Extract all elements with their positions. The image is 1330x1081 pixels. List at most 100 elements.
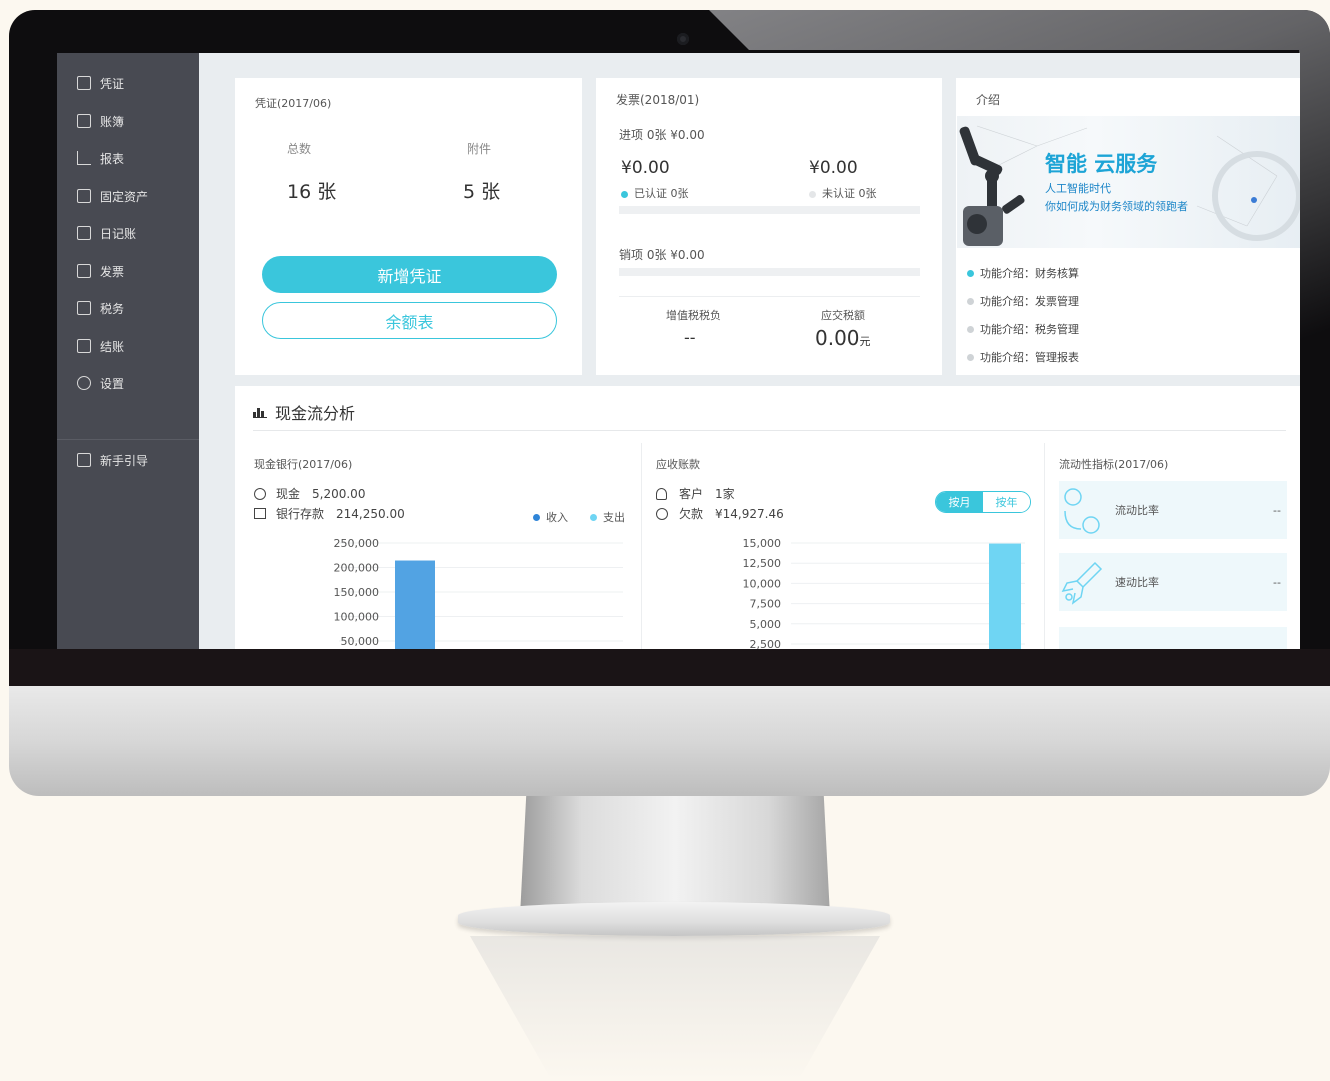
sidebar-item-label: 账簿 <box>100 114 125 129</box>
cash-value: 5,200.00 <box>312 486 366 501</box>
receivable-bar-chart: 15,000 12,500 10,000 7,500 5,000 2,500 <box>743 537 1025 649</box>
y-tick-label: 250,000 <box>334 537 380 550</box>
sidebar-item-ledger[interactable]: 账簿 <box>77 110 124 132</box>
invoice-divider <box>619 296 920 297</box>
intro-item-label: 功能介绍：财务核算 <box>980 267 1079 280</box>
certified-dot <box>621 190 628 198</box>
invoice-certified-label: 已认证 0张 <box>634 187 689 200</box>
y-tick-label: 10,000 <box>743 577 782 590</box>
sidebar: 凭证 账簿 报表 固定资产 日记账 发票 税务 结账 设置 新手引导 <box>57 53 199 649</box>
quick-ratio-box: 速动比率 -- <box>1059 553 1287 611</box>
current-ratio-icon <box>1064 488 1100 534</box>
vat-burden-value: -- <box>684 328 696 347</box>
bank-bar-chart: 250,000 200,000 150,000 100,000 50,000 <box>334 537 623 649</box>
invoice-certified-status: 已认证 0张 <box>621 185 689 201</box>
bank-house-icon <box>254 508 266 519</box>
sidebar-item-label: 固定资产 <box>100 189 149 204</box>
decor-dot <box>1251 197 1257 203</box>
sidebar-item-label: 凭证 <box>100 76 125 91</box>
monitor-stand <box>520 796 830 916</box>
legend-income-label: 收入 <box>546 511 568 524</box>
tax-due-unit: 元 <box>859 335 871 348</box>
tax-due-label: 应交税额 <box>821 309 865 322</box>
sidebar-item-label: 设置 <box>100 376 125 391</box>
sidebar-item-label: 税务 <box>100 301 125 316</box>
robot-arm-illustration <box>959 125 1300 246</box>
invoice-card-title: 发票(2018/01) <box>616 93 700 107</box>
y-tick-label: 50,000 <box>341 635 380 648</box>
monitor-stand-base <box>458 902 890 936</box>
y-tick-label: 7,500 <box>750 598 782 611</box>
legend-expense-label: 支出 <box>603 511 625 524</box>
promo-banner[interactable]: 智能 云服务 人工智能时代 你如何成为财务领域的领跑者 <box>957 116 1300 248</box>
sidebar-item-invoice[interactable]: 发票 <box>77 260 124 282</box>
rocket-icon <box>1061 561 1103 605</box>
journal-icon <box>77 226 91 240</box>
intro-item[interactable]: 功能介绍：财务核算 <box>967 265 1079 281</box>
voucher-attach-value: 5 张 <box>463 181 501 203</box>
bank-legend: 收入 支出 <box>533 509 625 525</box>
app-screen: 凭证 账簿 报表 固定资产 日记账 发票 税务 结账 设置 新手引导 凭证(20… <box>57 53 1300 649</box>
toggle-month[interactable]: 按月 <box>936 492 983 512</box>
promo-title: 智能 云服务 <box>1045 152 1158 176</box>
intro-item[interactable]: 功能介绍：管理报表 <box>967 349 1079 365</box>
add-voucher-button[interactable]: 新增凭证 <box>262 256 557 293</box>
customer-value: 1家 <box>715 487 735 501</box>
sidebar-item-label: 新手引导 <box>100 453 149 468</box>
sidebar-item-journal[interactable]: 日记账 <box>77 222 136 244</box>
y-tick-label: 200,000 <box>334 562 380 575</box>
invoice-certified-amount: ¥0.00 <box>621 158 670 178</box>
voucher-total-label: 总数 <box>287 142 312 156</box>
intro-item[interactable]: 功能介绍：发票管理 <box>967 293 1079 309</box>
money-bag-icon <box>656 507 668 520</box>
tax-icon <box>77 301 91 315</box>
owed-value: ¥14,927.46 <box>715 506 784 521</box>
sidebar-item-settings[interactable]: 设置 <box>77 372 124 394</box>
quick-ratio-label: 速动比率 <box>1115 576 1159 589</box>
intro-item-label: 功能介绍：管理报表 <box>980 351 1079 364</box>
deposit-value: 214,250.00 <box>336 506 405 521</box>
cash-label: 现金 <box>276 487 301 501</box>
bar-chart-icon <box>253 408 267 418</box>
camera <box>677 33 689 45</box>
gear-icon <box>77 376 91 390</box>
sidebar-item-report[interactable]: 报表 <box>77 147 124 169</box>
bar <box>395 560 435 649</box>
cashflow-title-row: 现金流分析 <box>253 400 355 424</box>
building-icon <box>77 189 91 203</box>
input-progress-track <box>619 206 920 214</box>
customer-label: 客户 <box>679 487 704 501</box>
tax-due-value: 0.00 <box>815 326 860 350</box>
report-chart-icon <box>77 151 91 165</box>
current-ratio-label: 流动比率 <box>1115 504 1159 517</box>
intro-bullet <box>967 297 974 305</box>
liquidity-title: 流动性指标(2017/06) <box>1059 458 1169 471</box>
invoice-card: 发票(2018/01) 进项 0张 ¥0.00 ¥0.00 ¥0.00 已认证 … <box>596 78 942 375</box>
legend-income-swatch <box>533 513 540 521</box>
robot-arm-icon <box>959 126 1025 246</box>
y-tick-label: 100,000 <box>334 611 380 624</box>
cashflow-divider <box>253 430 1286 431</box>
vat-burden-label: 增值税税负 <box>666 309 721 322</box>
sidebar-item-voucher[interactable]: 凭证 <box>77 72 124 94</box>
invoice-icon <box>77 264 91 278</box>
sidebar-item-checkout[interactable]: 结账 <box>77 335 124 357</box>
voucher-card-title: 凭证(2017/06) <box>255 97 332 110</box>
y-tick-label: 2,500 <box>750 638 782 649</box>
ledger-icon <box>77 114 91 128</box>
intro-item[interactable]: 功能介绍：税务管理 <box>967 321 1079 337</box>
sidebar-item-guide[interactable]: 新手引导 <box>77 449 148 471</box>
promo-line1: 人工智能时代 <box>1045 182 1111 195</box>
sidebar-item-label: 结账 <box>100 339 125 354</box>
owed-label: 欠款 <box>679 507 704 521</box>
balance-sheet-button[interactable]: 余额表 <box>262 302 557 339</box>
y-tick-label: 150,000 <box>334 586 380 599</box>
invoice-uncertified-status: 未认证 0张 <box>809 185 877 201</box>
sidebar-item-tax[interactable]: 税务 <box>77 297 124 319</box>
voucher-icon <box>77 76 91 90</box>
uncertified-dot <box>809 190 816 198</box>
checkout-icon <box>77 339 91 353</box>
monitor-chin <box>9 686 1330 796</box>
sidebar-item-fixed-assets[interactable]: 固定资产 <box>77 185 148 207</box>
toggle-year[interactable]: 按年 <box>983 492 1030 512</box>
